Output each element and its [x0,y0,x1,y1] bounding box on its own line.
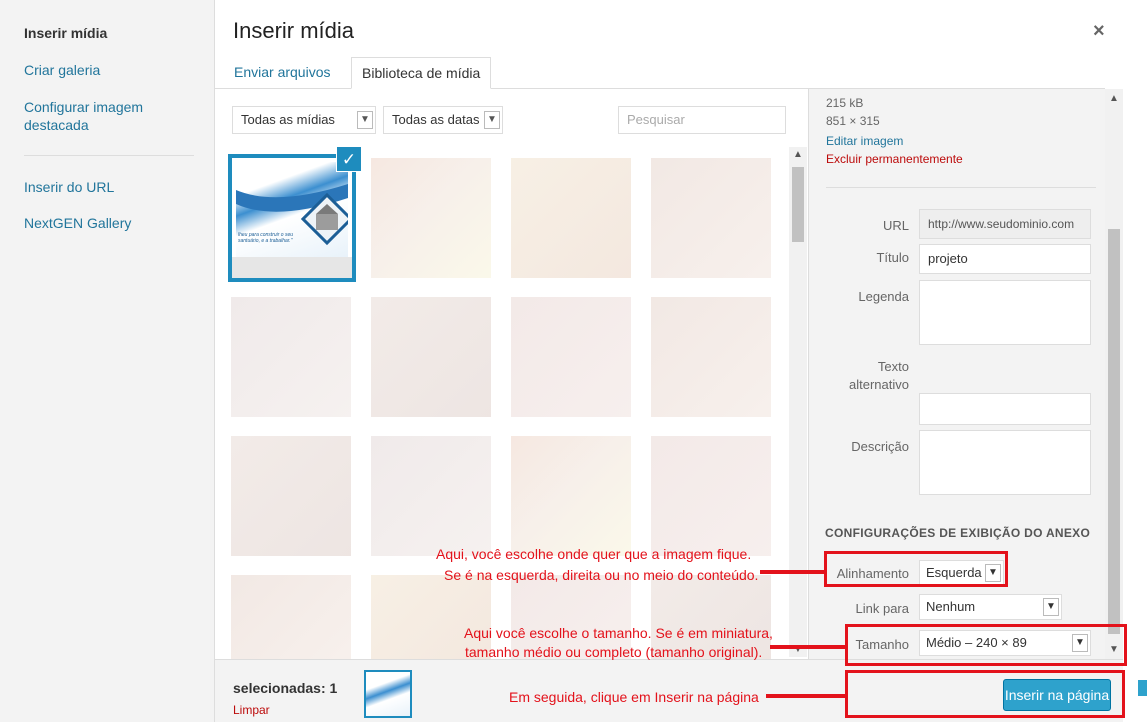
scrollbar-thumb[interactable] [792,167,804,242]
attachment-thumbnail[interactable] [651,158,771,278]
alt-text-field[interactable] [919,393,1091,425]
image-dimensions: 851 × 315 [826,114,880,128]
annotation-insert: Em seguida, clique em Inserir na página [509,689,759,705]
button-edge [1138,680,1147,696]
annotation-box-alignment [824,551,1008,587]
annotation-box-size [845,624,1127,666]
menu-item-nextgen-gallery[interactable]: NextGEN Gallery [24,214,194,232]
clear-selection-link[interactable]: Limpar [233,703,270,717]
search-input[interactable]: Pesquisar [618,106,786,134]
link-to-label: Link para [855,601,909,616]
menu-separator [24,155,194,156]
chevron-down-icon: ▼ [357,111,373,129]
attachment-thumbnail[interactable] [511,297,631,417]
attachment-thumbnail[interactable] [511,436,631,556]
url-label: URL [882,218,909,233]
link-to-value: Nenhum [926,599,976,614]
thumbnail-caption: lheu para construir o seu santuário, e a… [238,232,294,244]
title-field[interactable]: projeto [919,244,1091,274]
link-to-select[interactable]: Nenhum ▼ [919,594,1062,620]
attachment-thumbnail[interactable] [371,158,491,278]
tab-upload-files[interactable]: Enviar arquivos [224,57,341,89]
annotation-arrow-insert [766,694,846,698]
display-settings-heading: CONFIGURAÇÕES DE EXIBIÇÃO DO ANEXO [825,526,1091,540]
annotation-alignment-line2: Se é na esquerda, direita ou no meio do … [444,567,759,583]
attachment-thumbnail[interactable] [231,297,351,417]
media-type-value: Todas as mídias [241,112,335,127]
attachment-preview: lheu para construir o seu santuário, e a… [236,162,352,257]
annotation-size-line1: Aqui você escolhe o tamanho. Se é em min… [464,625,773,641]
url-field[interactable]: http://www.seudominio.com [919,209,1091,239]
thumbnail-footer [232,257,352,278]
description-field[interactable] [919,430,1091,495]
checkmark-icon[interactable]: ✓ [336,146,362,172]
attachment-thumbnail-selected[interactable]: lheu para construir o seu santuário, e a… [228,154,356,282]
date-filter[interactable]: Todas as datas ▼ [383,106,503,134]
scroll-up-icon[interactable]: ▲ [793,149,803,160]
tab-media-library[interactable]: Biblioteca de mídia [351,57,492,89]
close-icon[interactable]: × [1093,20,1105,43]
attachment-thumbnail[interactable] [651,297,771,417]
attachment-thumbnail[interactable] [231,575,351,659]
menu-item-insert-media[interactable]: Inserir mídia [24,24,194,42]
attachment-thumbnail[interactable] [231,436,351,556]
sidebar-scrollbar[interactable]: ▲ ▼ [1105,89,1123,659]
media-menu: Inserir mídia Criar galeria Configurar i… [0,0,215,722]
edit-image-link[interactable]: Editar imagem [826,134,903,148]
annotation-arrow-size [770,645,846,649]
media-type-filter[interactable]: Todas as mídias ▼ [232,106,376,134]
modal-title: Inserir mídia [233,18,355,43]
selection-count: selecionadas: 1 [233,680,338,696]
annotation-arrow-alignment [760,570,824,574]
description-label: Descrição [851,439,909,454]
delete-permanently-link[interactable]: Excluir permanentemente [826,152,963,166]
attachment-thumbnail[interactable] [511,158,631,278]
alt-text-label: Texto alternativo [849,359,909,392]
menu-item-insert-from-url[interactable]: Inserir do URL [24,178,194,196]
date-value: Todas as datas [392,112,480,127]
file-size: 215 kB [826,96,864,110]
title-label: Título [876,250,909,265]
caption-field[interactable] [919,280,1091,345]
scroll-up-icon[interactable]: ▲ [1109,93,1119,104]
chevron-down-icon: ▼ [484,111,500,129]
menu-item-featured-image[interactable]: Configurar imagem destacada [24,98,194,134]
sidebar-divider [826,187,1096,188]
annotation-box-insert [845,670,1125,718]
attachment-thumbnail[interactable] [371,297,491,417]
annotation-size-line2: tamanho médio ou completo (tamanho origi… [465,644,763,660]
grid-scrollbar[interactable]: ▲ ▼ [789,147,807,657]
attachment-thumbnail[interactable] [371,436,491,556]
selected-attachment-mini-thumbnail[interactable] [364,670,412,718]
menu-item-create-gallery[interactable]: Criar galeria [24,61,194,79]
annotation-alignment-line1: Aqui, você escolhe onde quer que a image… [436,546,752,562]
chevron-down-icon: ▼ [1043,598,1059,616]
caption-label: Legenda [858,289,909,304]
scrollbar-thumb[interactable] [1108,229,1120,634]
attachment-thumbnail[interactable] [651,436,771,556]
